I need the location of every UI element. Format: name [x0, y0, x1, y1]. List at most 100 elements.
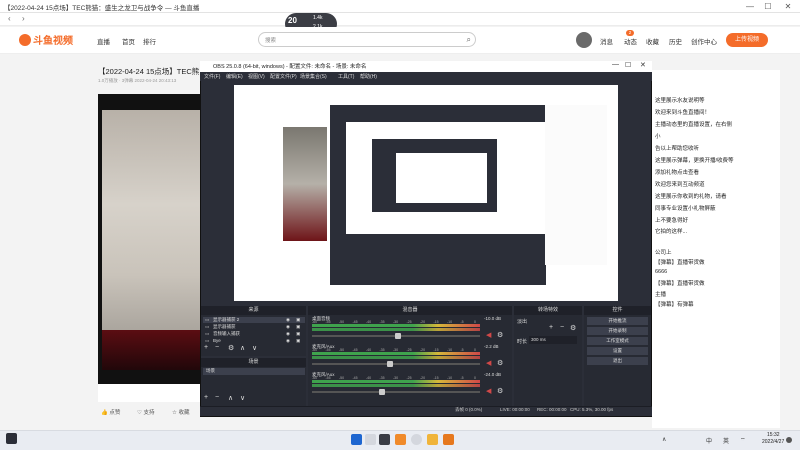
obs-menu-item[interactable]: 工具(T) [338, 73, 354, 80]
scale-tick: -15 [433, 348, 439, 352]
pinned-app-icon[interactable] [443, 434, 454, 445]
eye-icon[interactable]: ◉ [286, 338, 290, 344]
control-button-3[interactable]: 设置 [587, 347, 648, 355]
nav-live[interactable]: 直播 [97, 36, 110, 46]
scale-tick: -45 [352, 320, 358, 324]
explorer-icon[interactable] [427, 434, 438, 445]
scale-tick: -30 [393, 348, 399, 352]
upload-speed: 1.4k [313, 15, 323, 21]
mixer-settings-icon[interactable]: ⚙ [497, 359, 503, 367]
site-logo[interactable]: 斗鱼视频 [18, 32, 78, 48]
add-transition-button[interactable]: + [549, 324, 553, 331]
search-icon[interactable]: ⌕ [467, 35, 471, 45]
avatar[interactable] [576, 32, 592, 48]
control-button-1[interactable]: 开始录制 [587, 327, 648, 335]
transition-settings-icon[interactable]: ⚙ [570, 324, 576, 332]
ime-en[interactable]: 英 [723, 436, 729, 445]
task-view-icon[interactable] [379, 434, 390, 445]
remove-scene-button[interactable]: − [215, 394, 219, 401]
chat-line: 它拍的这样... [655, 228, 688, 235]
speaker-muted-icon[interactable]: ◀ [486, 359, 491, 367]
like-label: 点赞 [109, 410, 121, 416]
clock-time[interactable]: 15:32 [767, 432, 780, 438]
browser-tab-title[interactable]: 【2022-04-24 15点场】TEC熊猫：盛生之龙卫与战争令 — 斗鱼直播 [4, 2, 199, 12]
audio-meter [312, 380, 480, 383]
duration-input[interactable]: 300 ms [529, 336, 577, 344]
start-icon[interactable] [351, 434, 362, 445]
lock-icon[interactable]: ▣ [296, 331, 300, 337]
transition-type[interactable]: 淡出 [517, 318, 527, 325]
obs-menu-item[interactable]: 文件(F) [204, 73, 220, 80]
support-button[interactable]: ♡ 支持 [137, 408, 154, 416]
obs-maximize-button[interactable]: ☐ [625, 61, 631, 69]
page-title: 【2022-04-24 15点场】TEC熊 [98, 67, 200, 76]
obs-menu-item[interactable]: 配置文件(P) [270, 73, 297, 80]
header-link-favorites[interactable]: 收藏 [646, 36, 659, 46]
lock-icon[interactable]: ▣ [296, 338, 300, 344]
search-taskbar-icon[interactable] [365, 434, 376, 445]
add-source-button[interactable]: + [204, 344, 208, 351]
obs-minimize-button[interactable]: — [612, 61, 619, 68]
like-button[interactable]: 👍 点赞 [101, 408, 120, 416]
douyu-app-icon[interactable] [395, 434, 406, 445]
widgets-icon[interactable] [6, 433, 17, 444]
obs-menu-item[interactable]: 编辑(E) [226, 73, 243, 80]
forward-icon[interactable]: › [22, 14, 25, 23]
move-down-icon[interactable]: ∨ [252, 344, 257, 352]
obs-menu-item[interactable]: 视图(V) [248, 73, 265, 80]
volume-slider-handle[interactable] [379, 389, 385, 395]
control-button-0[interactable]: 开始推流 [587, 317, 648, 325]
video-frame [102, 110, 200, 346]
obs-menu-item[interactable]: 帮助(H) [360, 73, 377, 80]
search-input[interactable]: 搜索 [265, 36, 276, 44]
controls-dock-title: 控件 [584, 306, 651, 315]
speaker-muted-icon[interactable]: ◀ [486, 387, 491, 395]
mixer-settings-icon[interactable]: ⚙ [497, 387, 503, 395]
network-icon[interactable]: ⌔ [740, 436, 746, 444]
speaker-muted-icon[interactable]: ◀ [486, 331, 491, 339]
minimize-button[interactable]: — [742, 1, 758, 12]
scale-tick: -55 [325, 320, 331, 324]
scene-up-icon[interactable]: ∧ [228, 394, 233, 402]
obs-menu-item[interactable]: 场景集合(S) [300, 73, 327, 80]
favorite-button[interactable]: ☆ 收藏 [172, 408, 189, 416]
close-button[interactable]: ✕ [780, 1, 796, 12]
control-button-4[interactable]: 退出 [587, 357, 648, 365]
header-link-feed[interactable]: 动态 [624, 36, 637, 46]
header-link-history[interactable]: 历史 [669, 36, 682, 46]
add-scene-button[interactable]: + [204, 394, 208, 401]
remove-transition-button[interactable]: − [560, 324, 564, 331]
volume-slider-handle[interactable] [395, 333, 401, 339]
move-up-icon[interactable]: ∧ [240, 344, 245, 352]
tray-chevron-icon[interactable]: ∧ [662, 436, 666, 443]
scale-tick: -15 [433, 376, 439, 380]
back-icon[interactable]: ‹ [8, 14, 11, 23]
ime-zh[interactable]: 中 [706, 436, 712, 445]
search-box[interactable]: 搜索 ⌕ [258, 32, 476, 47]
volume-slider-track[interactable] [312, 391, 480, 393]
remove-source-button[interactable]: − [215, 344, 219, 351]
eye-icon[interactable]: ◉ [286, 324, 290, 330]
clock-date[interactable]: 2022/4/27 [762, 439, 784, 445]
nav-home[interactable]: 首页 [122, 36, 135, 46]
obs-close-button[interactable]: ✕ [640, 61, 646, 69]
upload-video-button[interactable]: 上传视频 [726, 33, 768, 47]
obs-app-icon[interactable] [411, 434, 422, 445]
header-link-creator[interactable]: 创作中心 [691, 36, 717, 46]
nav-ranking[interactable]: 排行 [143, 36, 156, 46]
scene-item[interactable]: 场景 [203, 368, 305, 375]
mixer-settings-icon[interactable]: ⚙ [497, 331, 503, 339]
scale-tick: -35 [379, 348, 385, 352]
lock-icon[interactable]: ▣ [296, 324, 300, 330]
header-link-messages[interactable]: 消息 [600, 36, 613, 46]
source-settings-icon[interactable]: ⚙ [228, 344, 234, 352]
volume-slider-track[interactable] [312, 363, 480, 365]
notification-icon[interactable] [786, 437, 792, 443]
scene-down-icon[interactable]: ∨ [240, 394, 245, 402]
volume-slider-handle[interactable] [387, 361, 393, 367]
maximize-button[interactable]: ☐ [760, 1, 776, 12]
eye-icon[interactable]: ◉ [286, 331, 290, 337]
eye-icon[interactable]: ◉ [286, 317, 290, 323]
control-button-2[interactable]: 工作室模式 [587, 337, 648, 345]
lock-icon[interactable]: ▣ [296, 317, 300, 323]
